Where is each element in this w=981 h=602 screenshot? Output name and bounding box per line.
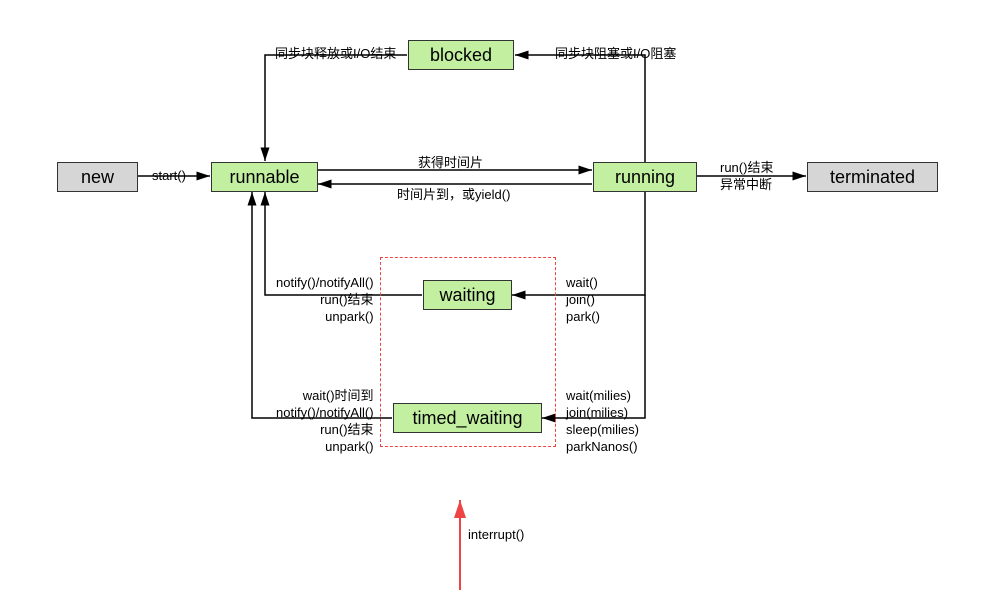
label-start: start() [152, 168, 186, 185]
label-sync-block: 同步块阻塞或I/O阻塞 [555, 46, 676, 63]
node-running: running [593, 162, 697, 192]
label-to-timed-waiting: wait(milies) join(milies) sleep(milies) … [566, 388, 639, 456]
node-runnable: runnable [211, 162, 318, 192]
waiting-group-box [380, 257, 556, 447]
label-timeslice-yield: 时间片到，或yield() [397, 187, 510, 204]
label-from-waiting: notify()/notifyAll() run()结束 unpark() [276, 275, 374, 326]
node-new: new [57, 162, 138, 192]
node-terminated: terminated [807, 162, 938, 192]
label-from-timed-waiting: wait()时间到 notify()/notifyAll() run()结束 u… [276, 388, 374, 456]
label-sync-release: 同步块释放或I/O结束 [275, 46, 396, 63]
label-run-end: run()结束 异常中断 [720, 160, 773, 194]
node-blocked: blocked [408, 40, 514, 70]
label-to-waiting: wait() join() park() [566, 275, 600, 326]
label-interrupt: interrupt() [468, 527, 524, 544]
label-acquire-timeslice: 获得时间片 [418, 155, 483, 172]
